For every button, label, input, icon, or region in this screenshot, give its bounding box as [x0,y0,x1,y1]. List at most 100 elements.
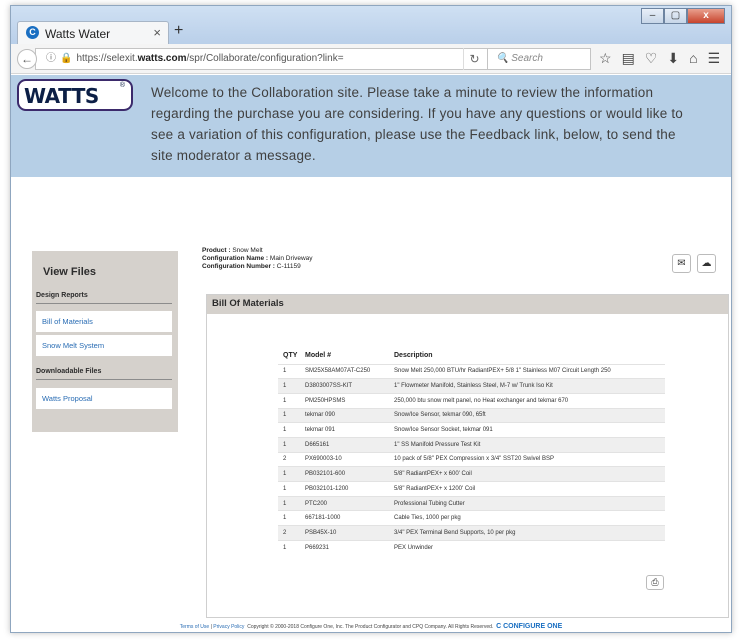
bookmark-star-icon[interactable]: ☆ [599,50,612,67]
site-favicon-icon: C [26,26,39,39]
maximize-button[interactable]: ▢ [664,8,687,24]
description-cell: 5/8" RadiantPEX+ x 1200' Coil [394,481,665,497]
description-cell: Cable Ties, 1000 per pkg [394,510,665,526]
new-tab-button[interactable]: + [174,22,183,40]
model-cell: PX690003-10 [305,451,394,467]
window-controls: – ▢ x [641,8,725,24]
design-reports-heading: Design Reports [36,292,88,299]
print-button[interactable]: ⎙ [646,575,664,590]
page-footer: Terms of Use | Privacy Policy Copyright … [11,619,731,632]
bom-table-body: 1 SM25X58AM07AT-C250 Snow Melt 250,000 BTU… [278,363,665,555]
qty-cell: 1 [278,510,305,526]
info-icon[interactable]: ⓘ [46,53,56,64]
privacy-policy-link[interactable]: Privacy Policy [213,624,244,630]
table-row: 2 PSB45X-10 3/4" PEX Terminal Bend Support… [278,525,665,541]
config-name-value: Main Driveway [269,255,313,262]
config-number-value: C-11159 [276,263,301,270]
address-bar[interactable]: ⓘ 🔒 https://selexit.watts.com/spr/Collabor… [35,48,493,70]
table-row: 1 PTC200 Professional Tubing Cutter [278,495,665,511]
close-window-button[interactable]: x [687,8,725,24]
model-cell: tekmar 090 [305,407,394,423]
menu-icon[interactable]: ☰ [708,50,721,67]
pocket-icon[interactable]: ♡ [645,50,658,67]
terms-of-use-link[interactable]: Terms of Use [180,624,209,630]
bill-of-materials-panel: Bill Of Materials QTY Model # Descriptio… [206,294,729,618]
envelope-icon: ✉ [677,258,686,269]
qty-cell: 1 [278,378,305,394]
qty-cell: 1 [278,495,305,511]
download-button[interactable]: ☁ [697,254,716,273]
sidebar-item-watts-proposal[interactable]: Watts Proposal [36,388,172,409]
table-row: 1 tekmar 091 Snow/Ice Sensor Socket, tekma… [278,422,665,438]
home-icon[interactable]: ⌂ [689,50,697,67]
qty-cell: 1 [278,392,305,409]
bom-title: Bill Of Materials [212,298,284,309]
description-cell: Snow Melt 250,000 BTU/hr RadiantPEX+ 5/8… [394,363,665,379]
qty-cell: 1 [278,436,305,453]
tab-close-icon[interactable]: × [153,25,161,40]
model-cell: SM25X58AM07AT-C250 [305,363,394,379]
configure-one-logo: C CONFIGURE ONE [496,623,563,630]
reload-icon[interactable]: ↻ [463,48,485,70]
browser-window: C Watts Water × + – ▢ x ⓘ 🔒 https://selexi… [10,5,732,633]
sidebar-divider [36,379,172,380]
description-column-header: Description [394,352,433,360]
table-row: 1 PB032101-600 5/8" RadiantPEX+ x 600' Coi… [278,466,665,482]
logo-text: WATTS [24,84,99,108]
table-row: 2 PX690003-10 10 pack of 5/8" PEX Compress… [278,451,665,467]
table-row: 1 D665161 1" SS Manifold Pressure Test Kit [278,436,665,453]
search-placeholder: Search [511,53,543,64]
feedback-mail-button[interactable]: ✉ [672,254,691,273]
qty-column-header: QTY [283,352,298,360]
qty-cell: 1 [278,466,305,482]
welcome-message: Welcome to the Collaboration site. Pleas… [151,85,684,163]
description-cell: Snow/Ice Sensor, tekmar 090, 65ft [394,407,665,423]
product-value: Snow Melt [232,247,263,254]
qty-cell: 1 [278,422,305,438]
url-host: watts.com [137,53,187,64]
product-info: Product : Snow Melt Configuration Name :… [202,247,313,271]
qty-cell: 1 [278,363,305,379]
sidebar-item-snow-melt-system[interactable]: Snow Melt System [36,335,172,356]
model-column-header: Model # [305,352,332,360]
back-button[interactable]: ← [17,49,37,69]
table-row: 1 D3803007SS-KIT 1" Flowmeter Manifold, St… [278,378,665,394]
browser-tab[interactable]: C Watts Water × [17,21,169,44]
download-icon[interactable]: ⬇ [667,50,679,67]
tab-title: Watts Water [45,27,111,41]
model-cell: PSB45X-10 [305,525,394,541]
model-cell: P669231 [305,539,394,555]
product-label: Product : [202,247,231,254]
welcome-banner: WATTS ® Welcome to the Collaboration sit… [11,75,731,177]
sidebar-item-bill-of-materials[interactable]: Bill of Materials [36,311,172,332]
toolbar-icons: ☆ ▤ ♡ ⬇ ⌂ ☰ [599,50,720,67]
description-cell: Snow/Ice Sensor Socket, tekmar 091 [394,422,665,438]
url-prefix: https://selexit. [76,53,138,64]
model-cell: PTC200 [305,495,394,511]
reading-list-icon[interactable]: ▤ [622,50,635,67]
minimize-button[interactable]: – [641,8,664,24]
bom-header: Bill Of Materials [207,295,728,314]
description-cell: 3/4" PEX Terminal Bend Supports, 10 per … [394,525,665,541]
model-cell: PB032101-600 [305,466,394,482]
description-cell: 5/8" RadiantPEX+ x 600' Coil [394,466,665,482]
config-number-label: Configuration Number : [202,263,275,270]
config-name-label: Configuration Name : [202,255,269,262]
cloud-download-icon: ☁ [701,258,712,269]
description-cell: 250,000 btu snow melt panel, no Heat exc… [394,392,665,409]
table-row: 1 PM250HPSMS 250,000 btu snow melt panel, … [278,392,665,409]
printer-icon: ⎙ [651,577,659,587]
search-input[interactable]: 🔍 Search [487,48,591,70]
table-row: 1 P669231 PEX Unwinder [278,539,665,555]
bom-table: QTY Model # Description 1 SM25X58AM07AT-C… [278,348,665,555]
watts-logo[interactable]: WATTS ® [17,79,133,111]
logo-registered-mark: ® [119,82,125,89]
description-cell: PEX Unwinder [394,539,665,555]
url-path: /spr/Collaborate/configuration?link= [186,53,344,64]
copyright-text: Copyright © 2000-2018 Configure One, Inc… [247,624,494,630]
description-cell: 1" Flowmeter Manifold, Stainless Steel, … [394,378,665,394]
sidebar-divider [36,303,172,304]
qty-cell: 2 [278,525,305,541]
bom-table-header-row: QTY Model # Description [278,348,665,364]
configure-one-brand: CONFIGURE ONE [503,623,563,630]
